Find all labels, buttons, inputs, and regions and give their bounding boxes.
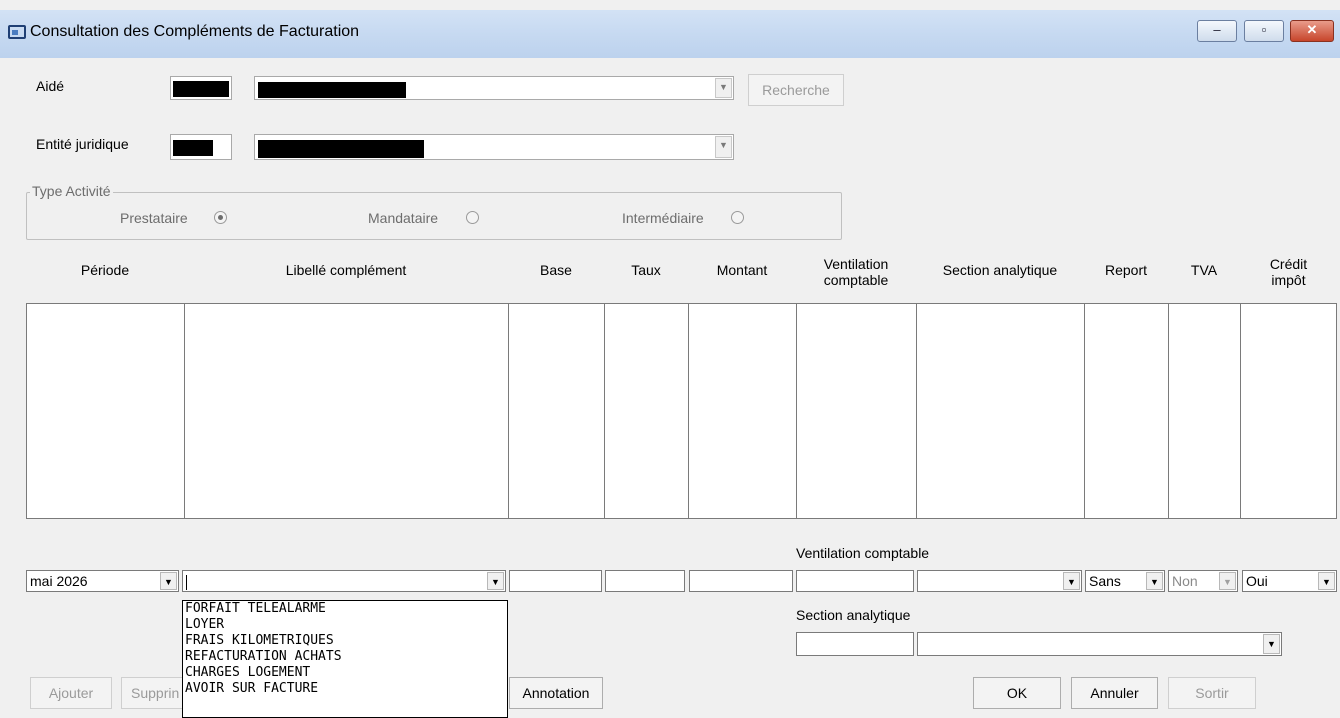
- redacted-block: [173, 81, 229, 97]
- text-cursor: [186, 574, 187, 590]
- col-header-base: Base: [540, 262, 572, 278]
- chevron-down-icon[interactable]: ▼: [1146, 572, 1163, 590]
- annuler-button[interactable]: Annuler: [1071, 677, 1158, 709]
- tva-combo[interactable]: Non ▼: [1168, 570, 1238, 592]
- grid-divider: [508, 304, 509, 518]
- mandataire-radio[interactable]: [466, 211, 479, 224]
- entite-code-field[interactable]: [170, 134, 232, 160]
- grid-divider: [1168, 304, 1169, 518]
- grid-divider: [604, 304, 605, 518]
- section-analytique-combo[interactable]: ▼: [917, 632, 1282, 656]
- ajouter-button[interactable]: Ajouter: [30, 677, 112, 709]
- col-header-section: Section analytique: [942, 262, 1058, 278]
- ok-button[interactable]: OK: [973, 677, 1061, 709]
- annotation-button[interactable]: Annotation: [509, 677, 603, 709]
- chevron-down-icon[interactable]: ▼: [715, 136, 732, 158]
- montant-field[interactable]: [689, 570, 793, 592]
- aide-combo[interactable]: ▼: [254, 76, 734, 100]
- report-value: Sans: [1089, 573, 1121, 589]
- col-header-report: Report: [1104, 262, 1148, 278]
- report-combo[interactable]: Sans ▼: [1085, 570, 1165, 592]
- chevron-down-icon[interactable]: ▼: [1263, 634, 1280, 654]
- chevron-down-icon[interactable]: ▼: [1318, 572, 1335, 590]
- base-field[interactable]: [509, 570, 602, 592]
- taux-field[interactable]: [605, 570, 685, 592]
- tva-value: Non: [1172, 573, 1198, 589]
- close-button[interactable]: ✕: [1290, 20, 1334, 42]
- chevron-down-icon[interactable]: ▼: [160, 572, 177, 590]
- window-title: Consultation des Compléments de Facturat…: [30, 23, 360, 40]
- grid-divider: [184, 304, 185, 518]
- periode-value: mai 2026: [30, 573, 88, 589]
- aide-code-field[interactable]: [170, 76, 232, 100]
- grid-divider: [796, 304, 797, 518]
- credit-value: Oui: [1246, 573, 1268, 589]
- recherche-button[interactable]: Recherche: [748, 74, 844, 106]
- aide-label: Aidé: [36, 78, 65, 94]
- maximize-button[interactable]: ▫: [1244, 20, 1284, 42]
- col-header-libelle: Libellé complément: [285, 262, 407, 278]
- complements-grid[interactable]: [26, 303, 1337, 519]
- chevron-down-icon[interactable]: ▼: [1219, 572, 1236, 590]
- credit-combo[interactable]: Oui ▼: [1242, 570, 1337, 592]
- redacted-block: [258, 140, 424, 158]
- col-header-montant: Montant: [716, 262, 768, 278]
- col-header-periode: Période: [80, 262, 130, 278]
- grid-divider: [916, 304, 917, 518]
- libelle-combo[interactable]: ▼: [182, 570, 506, 592]
- list-item[interactable]: CHARGES LOGEMENT: [183, 665, 507, 681]
- sortir-button[interactable]: Sortir: [1168, 677, 1256, 709]
- type-activite-legend: Type Activité: [30, 183, 113, 199]
- col-header-credit: Crédit impôt: [1269, 256, 1308, 288]
- col-header-taux: Taux: [631, 262, 661, 278]
- grid-divider: [1084, 304, 1085, 518]
- ventilation-label: Ventilation comptable: [796, 545, 930, 561]
- section-code-field[interactable]: [796, 632, 914, 656]
- redacted-block: [258, 82, 406, 98]
- list-item[interactable]: LOYER: [183, 617, 507, 633]
- chevron-down-icon[interactable]: ▼: [715, 78, 732, 98]
- ventilation-field[interactable]: [796, 570, 914, 592]
- intermediaire-label: Intermédiaire: [622, 210, 704, 226]
- app-icon: [8, 25, 26, 39]
- minimize-button[interactable]: ‒: [1197, 20, 1237, 42]
- grid-divider: [1240, 304, 1241, 518]
- list-item[interactable]: REFACTURATION ACHATS: [183, 649, 507, 665]
- list-item[interactable]: FRAIS KILOMETRIQUES: [183, 633, 507, 649]
- intermediaire-radio[interactable]: [731, 211, 744, 224]
- section-combo[interactable]: ▼: [917, 570, 1082, 592]
- col-header-ventilation: Ventilation comptable: [823, 256, 889, 288]
- redacted-block: [173, 140, 213, 156]
- chevron-down-icon[interactable]: ▼: [1063, 572, 1080, 590]
- prestataire-label: Prestataire: [120, 210, 188, 226]
- entite-label: Entité juridique: [36, 136, 129, 152]
- periode-combo[interactable]: mai 2026 ▼: [26, 570, 179, 592]
- list-item[interactable]: FORFAIT TELEALARME: [183, 601, 507, 617]
- prestataire-radio[interactable]: [214, 211, 227, 224]
- entite-combo[interactable]: ▼: [254, 134, 734, 160]
- chevron-down-icon[interactable]: ▼: [487, 572, 504, 590]
- libelle-dropdown-list[interactable]: FORFAIT TELEALARME LOYER FRAIS KILOMETRI…: [182, 600, 508, 718]
- grid-divider: [688, 304, 689, 518]
- supprimer-button[interactable]: Supprin: [121, 677, 185, 709]
- section-label: Section analytique: [796, 607, 911, 623]
- list-item[interactable]: AVOIR SUR FACTURE: [183, 681, 507, 697]
- col-header-tva: TVA: [1190, 262, 1218, 278]
- mandataire-label: Mandataire: [368, 210, 439, 226]
